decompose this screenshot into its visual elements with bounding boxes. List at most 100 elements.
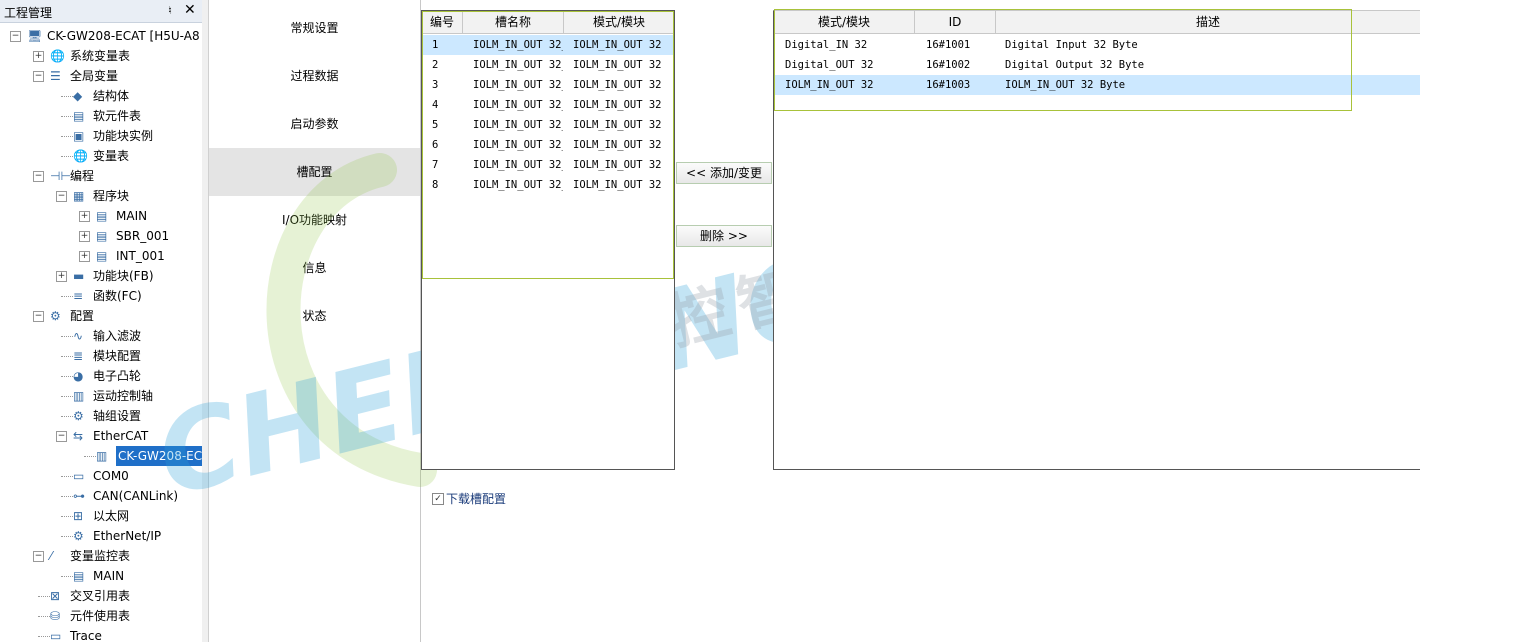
tree-item[interactable]: 🌐 变量表: [0, 146, 202, 166]
config-icon: ⚙: [50, 309, 61, 323]
tree-item[interactable]: ▭ Trace: [0, 626, 202, 642]
tree-item[interactable]: ◕ 电子凸轮: [0, 366, 202, 386]
tree-item[interactable]: + ▬ 功能块(FB): [0, 266, 202, 286]
tree-item-label: Trace: [70, 629, 102, 642]
slot-cell-mode: IOLM_IN_OUT 32: [573, 159, 662, 171]
tree-item[interactable]: + ▤ INT_001: [0, 246, 202, 266]
table-row[interactable]: Digital_IN 32 16#1001 Digital Input 32 Byt…: [774, 35, 1420, 55]
header-description[interactable]: 描述: [996, 11, 1420, 33]
slot-cell-mode: IOLM_IN_OUT 32: [573, 179, 662, 191]
tree-item[interactable]: + ▤ SBR_001: [0, 226, 202, 246]
slot-cell-no: 7: [432, 159, 439, 171]
header-no[interactable]: 编号: [422, 11, 463, 33]
slot-cell-mode: IOLM_IN_OUT 32: [573, 39, 662, 51]
tree-item-label: 配置: [70, 309, 95, 323]
tree-item[interactable]: ▣ 功能块实例: [0, 126, 202, 146]
tree-item[interactable]: − ⊣⊢ 编程: [0, 166, 202, 186]
collapse-icon[interactable]: −: [33, 551, 44, 562]
table-row[interactable]: 1 IOLM_IN_OUT 32_ IOLM_IN_OUT 32: [422, 35, 674, 55]
tree-item-label: 模块配置: [93, 349, 142, 363]
header-module[interactable]: 模式/模块: [774, 11, 915, 33]
tree-item[interactable]: + 🌐 系统变量表: [0, 46, 202, 66]
tree-item[interactable]: ≡ 函数(FC): [0, 286, 202, 306]
tree-item[interactable]: − ⚙ 配置: [0, 306, 202, 326]
tree-item[interactable]: − ☰ 全局变量: [0, 66, 202, 86]
tree-item[interactable]: + ▤ MAIN: [0, 206, 202, 226]
header-slot-name[interactable]: 槽名称: [463, 11, 564, 33]
nav-tab[interactable]: 过程数据: [209, 52, 420, 100]
collapse-icon[interactable]: −: [56, 431, 67, 442]
panel-splitter[interactable]: [202, 0, 209, 642]
slot-cell-name: IOLM_IN_OUT 32_: [473, 179, 563, 191]
tree-connector: [61, 96, 73, 97]
tree-connector: [61, 356, 73, 357]
tree-item[interactable]: − ⁄ 变量监控表: [0, 546, 202, 566]
collapse-icon[interactable]: −: [33, 71, 44, 82]
tree-item[interactable]: − 🖥 CK-GW208-ECAT [H5U-A8: [0, 26, 202, 46]
collapse-icon[interactable]: −: [33, 311, 44, 322]
nav-tab[interactable]: I/O功能映射: [209, 196, 420, 244]
expand-icon[interactable]: +: [56, 271, 67, 282]
tree-item-label: 编程: [70, 169, 95, 183]
nav-tab[interactable]: 信息: [209, 244, 420, 292]
fb-icon: ▬: [73, 269, 85, 283]
tree-item[interactable]: ∿ 输入滤波: [0, 326, 202, 346]
tree-item-label: 全局变量: [70, 69, 119, 83]
tree-item[interactable]: ⊠ 交叉引用表: [0, 586, 202, 606]
tree-item[interactable]: ▥ CK-GW208-EC: [0, 446, 202, 466]
collapse-icon[interactable]: −: [56, 191, 67, 202]
header-mode-module[interactable]: 模式/模块: [564, 11, 674, 33]
expand-icon[interactable]: +: [79, 231, 90, 242]
table-row[interactable]: IOLM_IN_OUT 32 16#1003 IOLM_IN_OUT 32 Byte: [774, 75, 1420, 95]
trace-icon: ▭: [50, 629, 62, 642]
nav-tab[interactable]: 槽配置: [209, 148, 420, 196]
slot-cell-name: IOLM_IN_OUT 32_: [473, 59, 563, 71]
tree-item[interactable]: ≣ 模块配置: [0, 346, 202, 366]
tree-item[interactable]: ⊶ CAN(CANLink): [0, 486, 202, 506]
tree-item[interactable]: ⚙ EtherNet/IP: [0, 526, 202, 546]
module-cell-id: 16#1001: [926, 39, 971, 51]
close-icon[interactable]: ✕: [184, 2, 196, 18]
program-icon: ▤: [96, 209, 108, 223]
delete-button[interactable]: 删除 >>: [676, 225, 772, 247]
tree-item[interactable]: ▤ MAIN: [0, 566, 202, 586]
table-row[interactable]: 5 IOLM_IN_OUT 32_ IOLM_IN_OUT 32: [422, 115, 674, 135]
slot-table-header: 编号 槽名称 模式/模块: [422, 11, 674, 34]
expand-icon[interactable]: +: [33, 51, 44, 62]
tree-item-label: 变量表: [93, 149, 130, 163]
tree-item[interactable]: ⛁ 元件使用表: [0, 606, 202, 626]
table-row[interactable]: 3 IOLM_IN_OUT 32_ IOLM_IN_OUT 32: [422, 75, 674, 95]
tree-item[interactable]: ⚙ 轴组设置: [0, 406, 202, 426]
tree-item[interactable]: ▭ COM0: [0, 466, 202, 486]
tree-item-label: CK-GW208-ECAT [H5U-A8: [47, 29, 200, 43]
tree-item[interactable]: − ▦ 程序块: [0, 186, 202, 206]
device-icon: ▥: [96, 449, 108, 463]
slot-cell-no: 4: [432, 99, 439, 111]
expand-icon[interactable]: +: [79, 211, 90, 222]
table-row[interactable]: 6 IOLM_IN_OUT 32_ IOLM_IN_OUT 32: [422, 135, 674, 155]
nav-tab[interactable]: 常规设置: [209, 4, 420, 52]
tree-item[interactable]: − ⇆ EtherCAT: [0, 426, 202, 446]
list-icon: ☰: [50, 69, 61, 83]
tree-item[interactable]: ◆ 结构体: [0, 86, 202, 106]
table-row[interactable]: 7 IOLM_IN_OUT 32_ IOLM_IN_OUT 32: [422, 155, 674, 175]
table-row[interactable]: 8 IOLM_IN_OUT 32_ IOLM_IN_OUT 32: [422, 175, 674, 195]
add-change-button[interactable]: << 添加/变更: [676, 162, 772, 184]
tree-item[interactable]: ⊞ 以太网: [0, 506, 202, 526]
table-row[interactable]: 2 IOLM_IN_OUT 32_ IOLM_IN_OUT 32: [422, 55, 674, 75]
checkbox-box[interactable]: ✓: [432, 493, 444, 505]
pin-icon[interactable]: ♮: [168, 4, 172, 17]
tree-connector: [61, 516, 73, 517]
nav-tab[interactable]: 启动参数: [209, 100, 420, 148]
module-table-header: 模式/模块 ID 描述: [774, 11, 1420, 34]
enip-icon: ⚙: [73, 529, 84, 543]
tree-item[interactable]: ▤ 软元件表: [0, 106, 202, 126]
table-row[interactable]: Digital_OUT 32 16#1002 Digital Output 32 B…: [774, 55, 1420, 75]
table-row[interactable]: 4 IOLM_IN_OUT 32_ IOLM_IN_OUT 32: [422, 95, 674, 115]
nav-tab[interactable]: 状态: [209, 292, 420, 340]
collapse-icon[interactable]: −: [33, 171, 44, 182]
header-id[interactable]: ID: [915, 11, 996, 33]
collapse-icon[interactable]: −: [10, 31, 21, 42]
tree-item[interactable]: ▥ 运动控制轴: [0, 386, 202, 406]
expand-icon[interactable]: +: [79, 251, 90, 262]
